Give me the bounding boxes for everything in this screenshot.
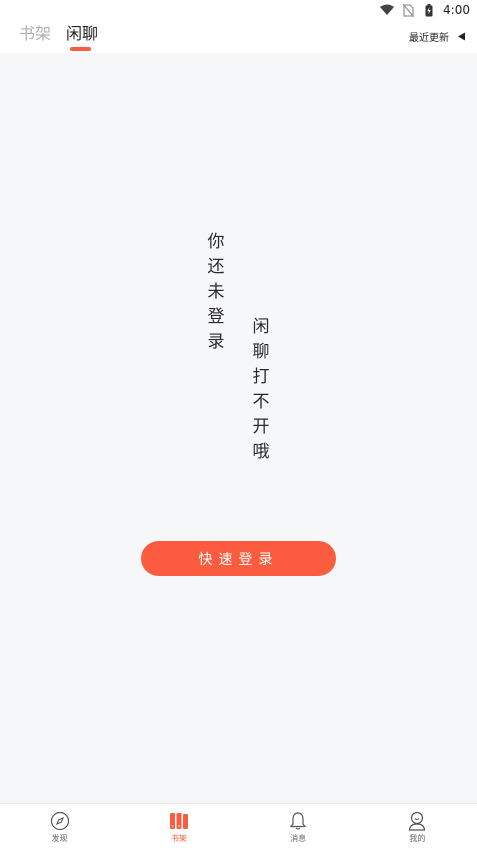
nav-item-messages[interactable]: 消息 <box>239 804 358 848</box>
quick-login-button[interactable]: 快速登录 <box>141 541 336 576</box>
status-time: 4:00 <box>443 3 470 17</box>
tab-chat[interactable]: 闲聊 <box>66 24 98 44</box>
nav-label-bookshelf: 书架 <box>170 834 187 843</box>
bottom-nav: 发现 书架 消息 我的 <box>0 803 477 848</box>
nav-item-bookshelf[interactable]: 书架 <box>119 804 238 848</box>
nav-item-discover[interactable]: 发现 <box>0 804 119 848</box>
top-tab-bar: 书架 闲聊 最近更新 <box>0 20 477 53</box>
tab-bookshelf[interactable]: 书架 <box>19 24 51 44</box>
bell-icon <box>287 810 309 832</box>
bookshelf-icon <box>168 810 190 832</box>
no-sim-icon <box>401 3 415 17</box>
sort-recent-update-button[interactable]: 最近更新 <box>409 29 467 44</box>
main-content: 你还未登录 闲聊打不开哦 快速登录 <box>0 53 477 803</box>
wifi-icon <box>380 3 395 17</box>
nav-item-profile[interactable]: 我的 <box>358 804 477 848</box>
status-bar: 4:00 <box>0 0 477 20</box>
not-logged-in-message: 你还未登录 <box>207 232 225 352</box>
triangle-left-icon <box>455 31 467 43</box>
chat-unavailable-message: 闲聊打不开哦 <box>252 317 270 462</box>
profile-icon <box>406 810 428 832</box>
battery-charging-icon <box>422 3 436 17</box>
compass-icon <box>49 810 71 832</box>
nav-label-discover: 发现 <box>51 834 68 843</box>
nav-label-messages: 消息 <box>290 834 307 843</box>
active-tab-indicator <box>70 47 91 51</box>
nav-label-profile: 我的 <box>409 834 426 843</box>
sort-label: 最近更新 <box>409 33 449 44</box>
